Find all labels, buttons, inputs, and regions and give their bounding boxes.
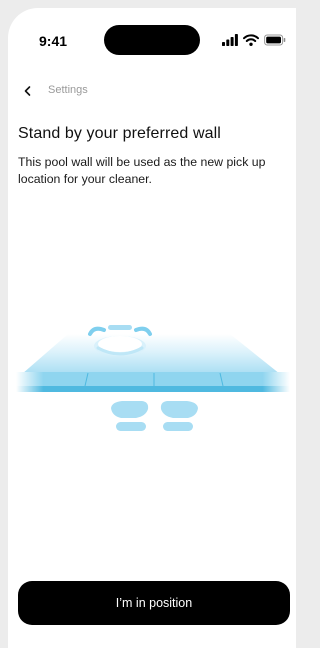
status-icons	[222, 34, 286, 48]
wifi-icon	[243, 34, 259, 46]
pool-wall	[16, 372, 290, 392]
phone-screen: 9:41 Settings Stand by your preferred wa…	[8, 8, 296, 648]
im-in-position-button[interactable]: I’m in position	[18, 581, 290, 625]
status-time: 9:41	[39, 33, 68, 49]
signal-icon	[222, 34, 238, 46]
pool-wall-illustration	[16, 325, 290, 431]
nav-bar: Settings	[8, 82, 296, 102]
pool-floor	[22, 334, 280, 374]
page-title: Stand by your preferred wall	[18, 125, 221, 142]
pool-cleaner-icon	[88, 325, 152, 356]
page-description: This pool wall will be used as the new p…	[18, 155, 266, 186]
footprints-icon	[111, 401, 198, 431]
dynamic-island	[104, 25, 200, 55]
back-link-settings[interactable]: Settings	[48, 84, 88, 96]
chevron-left-icon[interactable]	[22, 85, 34, 97]
status-bar: 9:41	[8, 8, 296, 68]
battery-icon	[264, 34, 286, 46]
